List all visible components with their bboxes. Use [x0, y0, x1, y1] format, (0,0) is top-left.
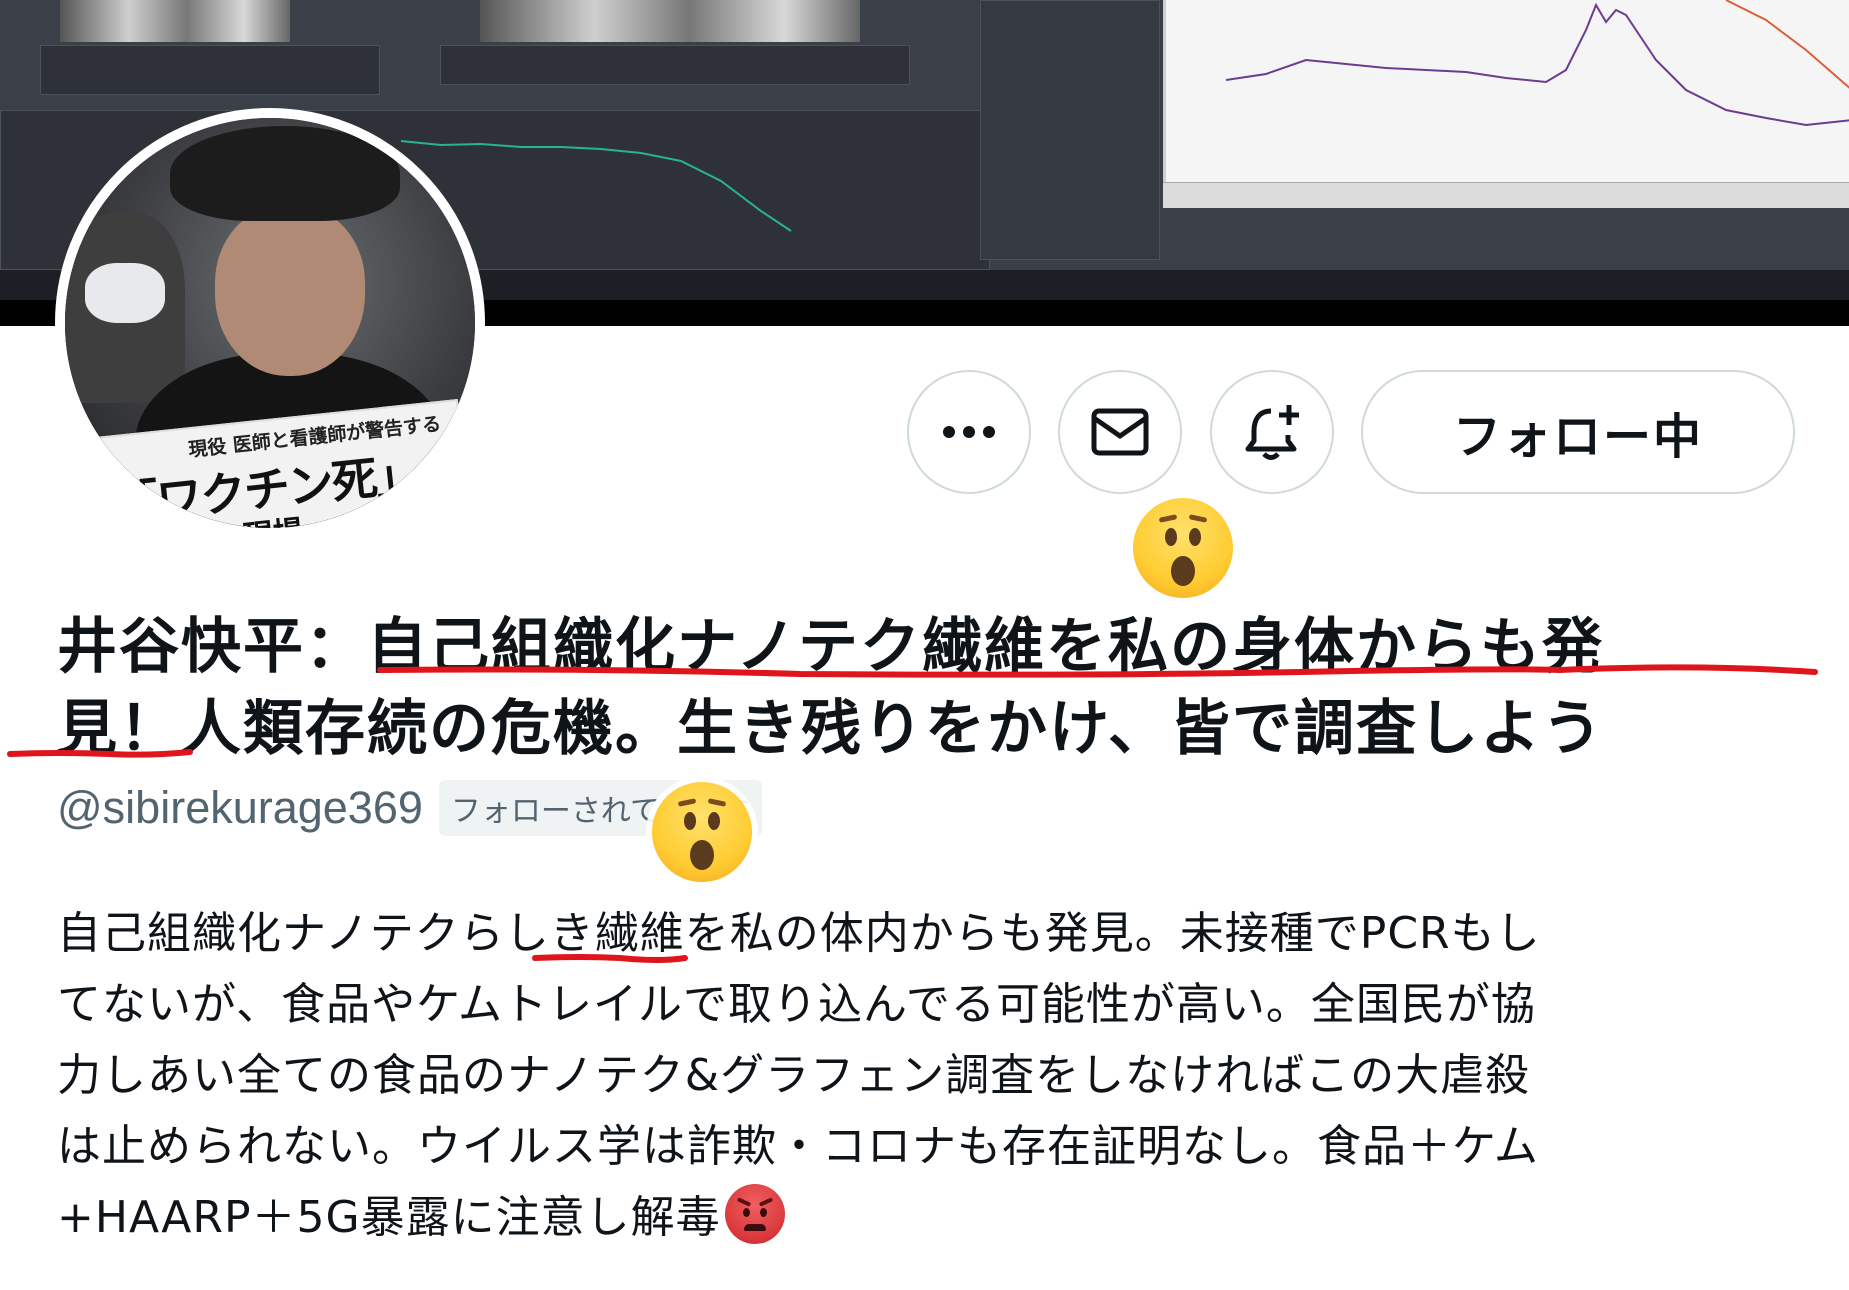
display-name-line-1: 井谷快平：自己組織化ナノテク繊維を私の身体からも発 [57, 612, 1604, 682]
avatar-photo: 現役 医師と看護師が警告する 「ワクチン死」の 凄絶 な現場 [65, 118, 475, 528]
following-button-label: フォロー中 [1452, 409, 1703, 465]
profile-bio: 自己組織化ナノテクらしき繊維を私の体内からも発見。未接種でPCRもし てないが、… [57, 898, 1817, 1253]
envelope-icon [1091, 408, 1149, 456]
banner-spectrum-window [1163, 0, 1849, 208]
banner-side-panel [980, 0, 1160, 260]
banner-graph-toolbar [1163, 182, 1849, 208]
profile-avatar[interactable]: 現役 医師と看護師が警告する 「ワクチン死」の 凄絶 な現場 [55, 108, 485, 538]
banner-thumbnail [60, 0, 290, 42]
avatar-hat [170, 126, 400, 221]
display-name-line-2: 見！人類存続の危機。生き残りをかけ、皆で調査しよう [57, 694, 1604, 764]
bio-line: 力しあい全ての食品のナノテク&グラフェン調査をしなければこの大虐殺 [57, 1050, 1531, 1101]
notifications-button[interactable] [1210, 370, 1334, 494]
avatar-face [215, 206, 365, 376]
bio-line: てないが、食品やケムトレイルで取り込んでる可能性が高い。全国民が協 [57, 979, 1536, 1030]
astonished-face-emoji [652, 782, 752, 882]
message-button[interactable] [1058, 370, 1182, 494]
astonished-face-emoji [1133, 498, 1233, 598]
bio-line-text: +HAARP＋5G暴露に注意し解毒 [57, 1192, 721, 1243]
banner-panel [40, 45, 380, 95]
more-dots-icon [943, 426, 995, 438]
following-button[interactable]: フォロー中 [1361, 370, 1795, 494]
banner-panel [440, 45, 910, 85]
bio-line: 自己組織化ナノテクらしき繊維を私の体内からも発見。未接種でPCRもし [57, 908, 1541, 959]
bio-line: は止められない。ウイルス学は詐欺・コロナも存在証明なし。食品＋ケム [57, 1121, 1539, 1172]
angry-face-emoji [724, 1184, 785, 1244]
user-handle: @sibirekurage369 [57, 782, 423, 833]
avatar-face-mask [85, 263, 165, 323]
banner-thumbnail [480, 0, 860, 42]
bio-line-last: +HAARP＋5G暴露に注意し解毒 [57, 1182, 1817, 1253]
banner-spectrum-chart [1225, 0, 1849, 127]
bell-plus-icon [1245, 405, 1299, 460]
more-options-button[interactable] [907, 370, 1031, 494]
